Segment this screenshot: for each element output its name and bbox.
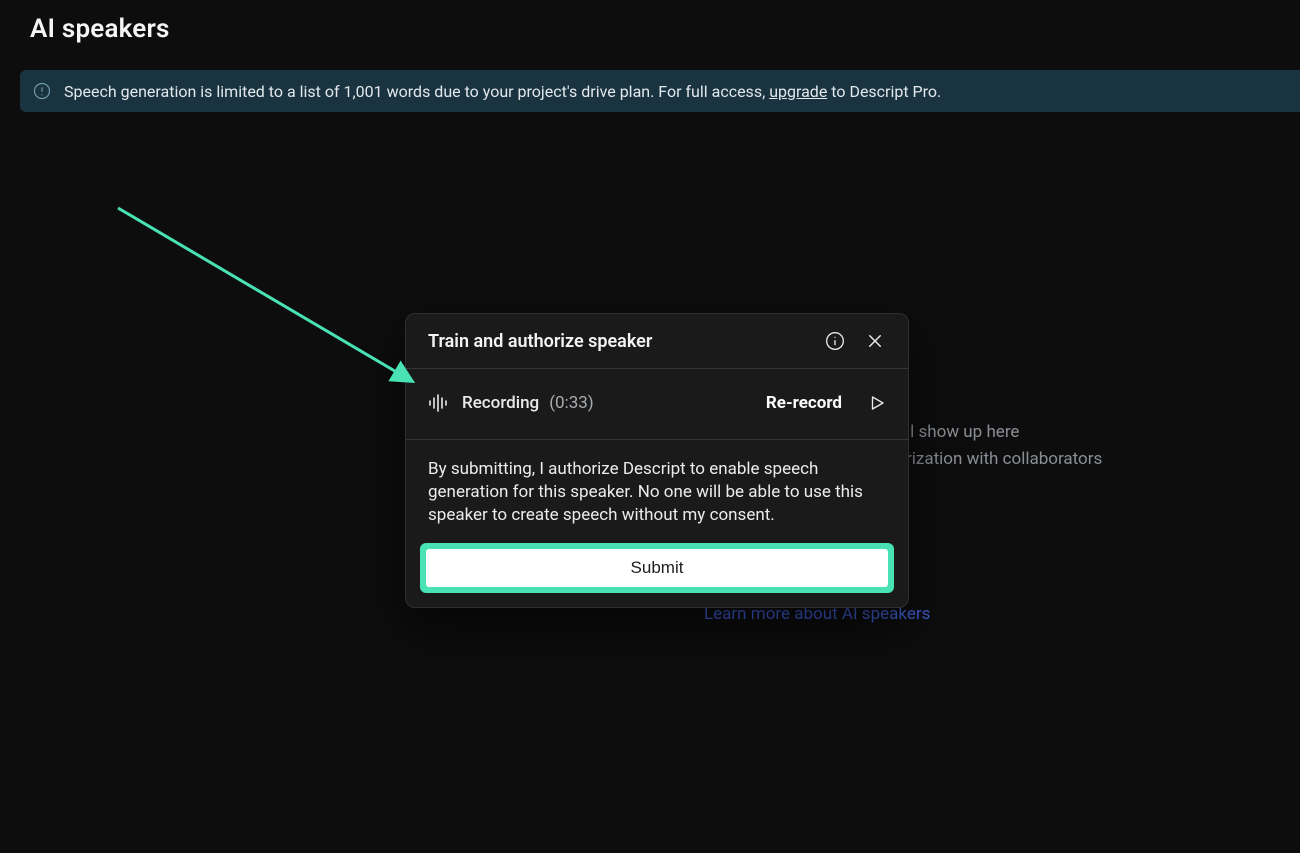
submit-button[interactable]: Submit: [426, 549, 888, 587]
modal-header: Train and authorize speaker: [406, 314, 908, 369]
modal-title: Train and authorize speaker: [428, 331, 806, 352]
page-title: AI speakers: [30, 14, 170, 44]
notice-bar: Speech generation is limited to a list o…: [20, 70, 1300, 112]
submit-highlight: Submit: [420, 543, 894, 593]
close-icon[interactable]: [864, 330, 886, 352]
play-icon[interactable]: [868, 394, 886, 412]
upgrade-link[interactable]: upgrade: [769, 82, 827, 101]
authorization-text: By submitting, I authorize Descript to e…: [406, 440, 908, 543]
info-icon[interactable]: [824, 330, 846, 352]
annotation-arrow: [110, 200, 440, 400]
recording-label: Recording: [462, 393, 539, 413]
train-speaker-modal: Train and authorize speaker: [405, 313, 909, 608]
waveform-icon: [428, 393, 450, 413]
re-record-button[interactable]: Re-record: [766, 393, 842, 413]
notice-text-suffix: to Descript Pro.: [827, 82, 941, 101]
recording-row: Recording (0:33) Re-record: [406, 369, 908, 440]
background-hint-line-1: ll show up here: [906, 422, 1019, 442]
background-hint-line-2: rization with collaborators: [906, 449, 1102, 469]
alert-circle-icon: [32, 81, 52, 101]
recording-time: (0:33): [549, 393, 594, 413]
notice-text-prefix: Speech generation is limited to a list o…: [64, 82, 769, 101]
